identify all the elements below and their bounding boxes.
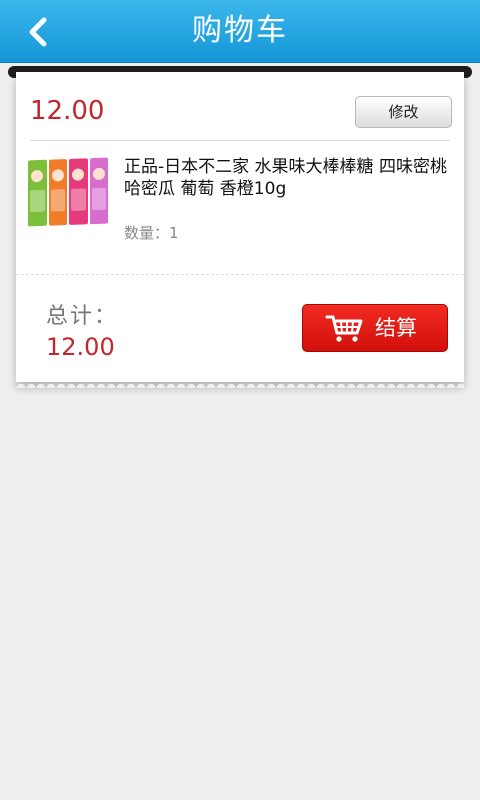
header-bar: 购物车	[0, 0, 480, 63]
cart-receipt: 12.00 修改 正品-日本不二家 水果味大棒棒糖 四味密桃 哈密瓜 葡萄 香橙…	[16, 72, 464, 382]
checkout-label: 结算	[375, 316, 417, 340]
product-quantity: 数量：1	[124, 224, 179, 242]
candy-stick	[28, 159, 47, 227]
receipt-edge	[16, 378, 464, 388]
product-thumbnail[interactable]	[28, 155, 108, 230]
product-name[interactable]: 正品-日本不二家 水果味大棒棒糖 四味密桃 哈密瓜 葡萄 香橙10g	[124, 156, 450, 200]
candy-stick	[69, 158, 88, 225]
checkout-button[interactable]: 结算	[302, 304, 448, 352]
divider	[30, 140, 450, 141]
edit-button[interactable]: 修改	[355, 96, 452, 128]
dashed-divider	[16, 274, 464, 275]
shopping-cart-icon	[325, 315, 363, 342]
total-value: 12.00	[46, 333, 115, 361]
candy-stick	[89, 157, 108, 225]
candy-stick	[48, 159, 67, 226]
page-title: 购物车	[192, 13, 288, 48]
total-label: 总计：	[46, 304, 119, 329]
item-price: 12.00	[30, 96, 105, 126]
